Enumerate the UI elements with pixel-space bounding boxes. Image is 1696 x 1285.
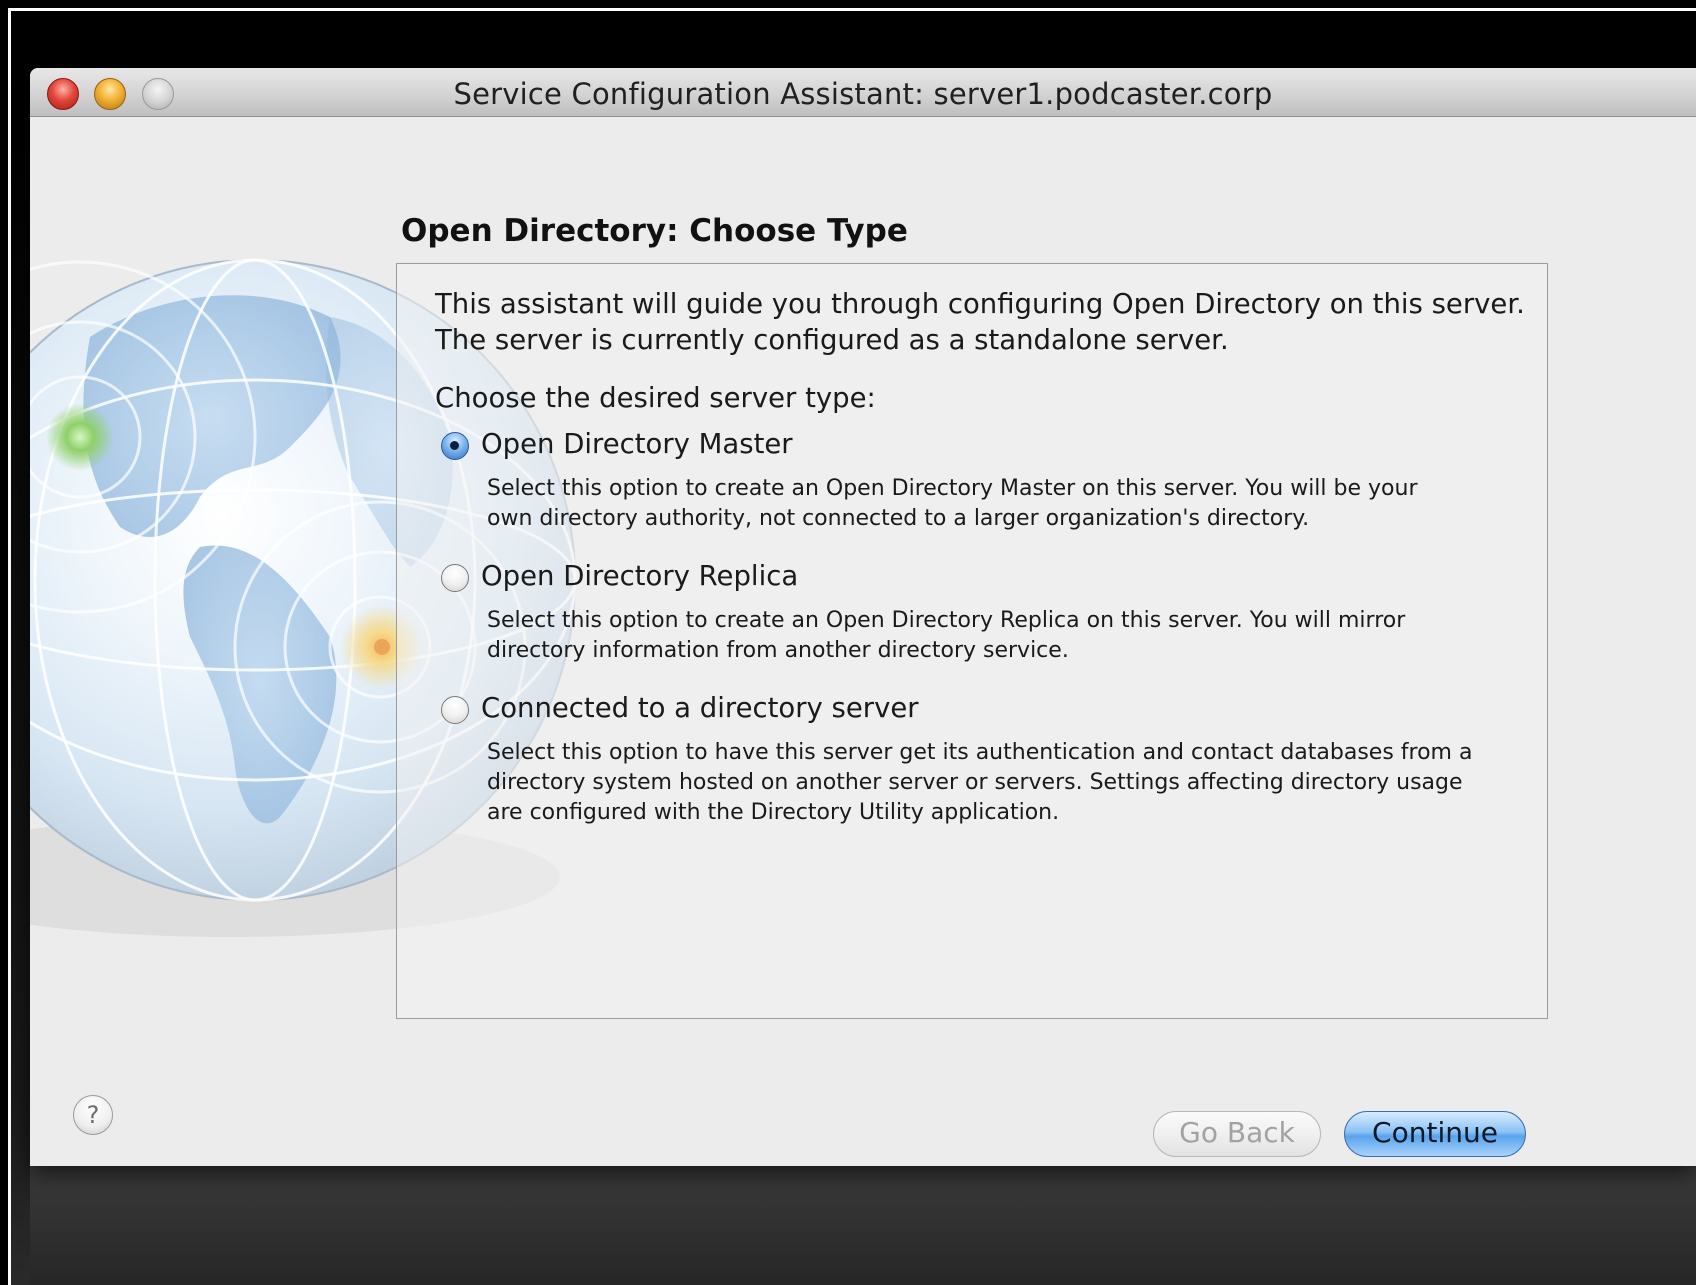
option-description-line: Select this option to create an Open Dir… bbox=[487, 476, 1418, 501]
choose-type-label: Choose the desired server type: bbox=[435, 382, 876, 414]
help-button[interactable]: ? bbox=[73, 1095, 113, 1135]
radio-connected-to-directory-server[interactable] bbox=[441, 696, 469, 724]
option-description: Select this option to create an Open Dir… bbox=[487, 474, 1507, 534]
option-description-line: are configured with the Directory Utilit… bbox=[487, 800, 1060, 825]
option-description-line: Select this option to have this server g… bbox=[487, 740, 1473, 765]
window-title: Service Configuration Assistant: server1… bbox=[453, 77, 1273, 111]
help-icon: ? bbox=[86, 1101, 100, 1129]
option-label[interactable]: Open Directory Replica bbox=[481, 560, 798, 592]
intro-line-1: This assistant will guide you through co… bbox=[435, 288, 1525, 320]
radio-open-directory-master[interactable] bbox=[441, 432, 469, 460]
option-description: Select this option to create an Open Dir… bbox=[487, 606, 1507, 666]
option-label[interactable]: Open Directory Master bbox=[481, 428, 793, 460]
window-titlebar[interactable]: Service Configuration Assistant: server1… bbox=[30, 68, 1696, 117]
option-description-line: own directory authority, not connected t… bbox=[487, 506, 1310, 531]
intro-text: This assistant will guide you through co… bbox=[435, 286, 1525, 358]
intro-line-2: The server is currently configured as a … bbox=[435, 324, 1229, 356]
option-label[interactable]: Connected to a directory server bbox=[481, 692, 919, 724]
option-description-line: Select this option to create an Open Dir… bbox=[487, 608, 1406, 633]
desktop-shadow-area bbox=[30, 1166, 1696, 1285]
window-content: Open Directory: Choose Type This assista… bbox=[30, 117, 1696, 1166]
continue-button[interactable]: Continue bbox=[1344, 1111, 1526, 1157]
assistant-window: Service Configuration Assistant: server1… bbox=[30, 68, 1696, 1166]
option-description-line: directory system hosted on another serve… bbox=[487, 770, 1463, 795]
option-description: Select this option to have this server g… bbox=[487, 738, 1507, 828]
page-title: Open Directory: Choose Type bbox=[401, 213, 908, 249]
radio-open-directory-replica[interactable] bbox=[441, 564, 469, 592]
options-panel: This assistant will guide you through co… bbox=[396, 263, 1548, 1019]
option-description-line: directory information from another direc… bbox=[487, 638, 1069, 663]
go-back-button[interactable]: Go Back bbox=[1153, 1111, 1321, 1157]
